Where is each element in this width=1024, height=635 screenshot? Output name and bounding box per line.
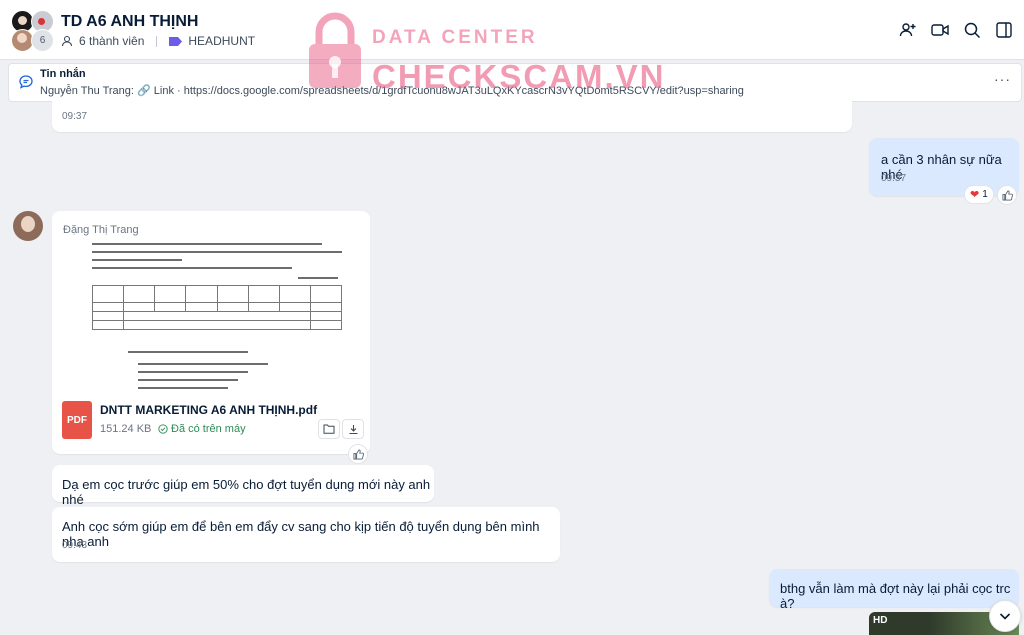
search-icon[interactable] (962, 20, 982, 40)
sidebar-toggle-icon[interactable] (994, 20, 1014, 40)
avatar-count: 6 (31, 29, 54, 52)
heart-icon: ❤ (970, 189, 980, 201)
message-bubble[interactable]: Anh cọc sớm giúp em để bên em đẩy cv san… (52, 507, 560, 562)
message-text: bthg vẫn làm mà đợt này lại phải cọc trc… (780, 581, 1011, 611)
message-bubble-own[interactable]: bthg vẫn làm mà đợt này lại phải cọc trc… (769, 569, 1019, 611)
group-avatar[interactable]: 6 (11, 10, 54, 52)
download-icon (349, 424, 357, 434)
file-attachment[interactable]: PDF DNTT MARKETING A6 ANH THỊNH.pdf 151.… (62, 401, 364, 441)
thumbs-up-icon (1002, 190, 1013, 200)
file-name[interactable]: DNTT MARKETING A6 ANH THỊNH.pdf (100, 403, 317, 417)
members-count[interactable]: 6 thành viên (79, 34, 144, 48)
message-time: 09:37 (881, 173, 907, 184)
check-circle-icon (158, 424, 168, 434)
group-name[interactable]: TD A6 ANH THỊNH (61, 13, 198, 31)
chat-bubble-icon (19, 75, 33, 89)
divider (156, 35, 158, 47)
like-button[interactable] (997, 185, 1017, 205)
chevron-down-icon (999, 613, 1011, 620)
more-options-icon[interactable]: ··· (994, 71, 1011, 87)
pdf-file-icon: PDF (62, 401, 92, 439)
open-folder-button[interactable] (318, 419, 340, 439)
folder-icon (323, 424, 335, 434)
file-status-label: Đã có trên máy (171, 423, 246, 435)
pinned-title: Tin nhắn (40, 68, 86, 80)
message-bubble-own[interactable]: a cần 3 nhân sự nữa nhé 09:37 (869, 138, 1019, 196)
sender-name: Đặng Thị Trang (63, 224, 139, 236)
thumbs-up-icon (353, 449, 364, 459)
chat-header: 6 TD A6 ANH THỊNH 6 thành viên HEADHUNT (0, 0, 1024, 60)
members-icon (61, 35, 73, 47)
reaction-badge[interactable]: ❤ 1 (964, 185, 994, 204)
message-bubble[interactable]: Dạ em cọc trước giúp em 50% cho đợt tuyể… (52, 465, 434, 507)
pinned-text[interactable]: Nguyễn Thu Trang: 🔗 Link · https://docs.… (40, 84, 744, 97)
group-meta: 6 thành viên HEADHUNT (61, 34, 255, 48)
like-button[interactable] (348, 444, 368, 464)
message-text: Dạ em cọc trước giúp em 50% cho đợt tuyể… (62, 477, 431, 507)
document-table (91, 285, 343, 330)
message-bubble[interactable]: 09:37 (52, 100, 852, 132)
hd-badge: HD (873, 615, 888, 626)
file-status: Đã có trên máy (158, 423, 246, 435)
header-actions (898, 20, 1014, 40)
video-call-icon[interactable] (930, 20, 950, 40)
download-button[interactable] (342, 419, 364, 439)
tag-icon (169, 36, 183, 46)
message-text: Anh cọc sớm giúp em để bên em đẩy cv san… (62, 519, 540, 549)
message-time: 09:43 (62, 540, 88, 551)
file-size: 151.24 KB (100, 423, 152, 435)
file-message[interactable]: Đặng Thị Trang PDF DNTT MARKETING A6 ANH… (52, 211, 370, 454)
scroll-to-bottom-button[interactable] (989, 600, 1021, 632)
sender-avatar[interactable] (13, 211, 43, 241)
reaction-count: 1 (982, 189, 988, 200)
message-time: 09:37 (62, 111, 88, 122)
add-member-icon[interactable] (898, 20, 918, 40)
pinned-message-bar[interactable]: Tin nhắn Nguyễn Thu Trang: 🔗 Link · http… (8, 63, 1022, 102)
tag-label[interactable]: HEADHUNT (188, 34, 255, 48)
document-preview[interactable] (88, 239, 348, 399)
